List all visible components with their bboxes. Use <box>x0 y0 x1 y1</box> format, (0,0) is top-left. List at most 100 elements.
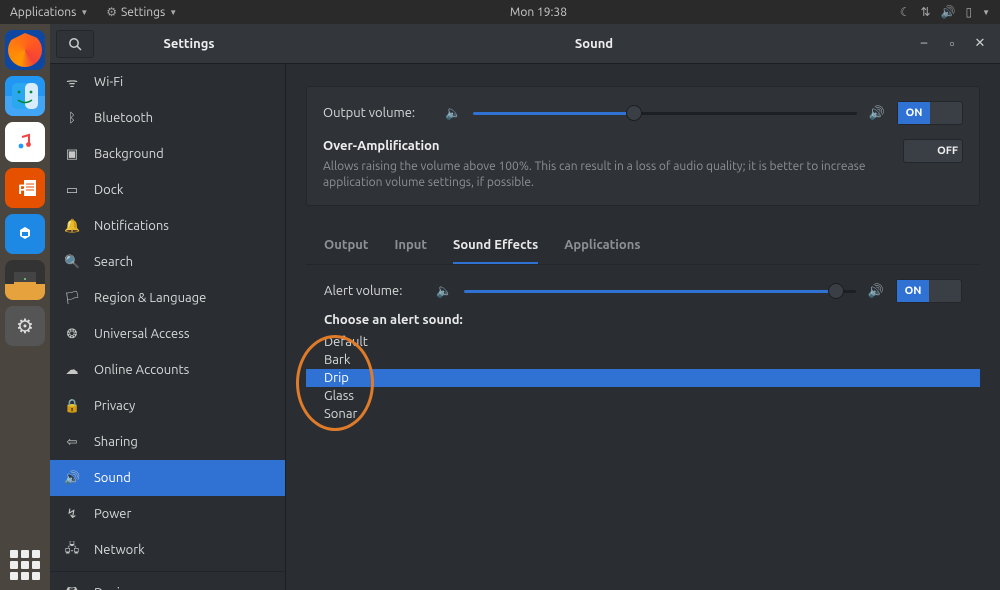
sidebar-item-background[interactable]: ▣ Background <box>50 136 285 172</box>
output-volume-label: Output volume: <box>323 106 433 120</box>
dock: P ⚙ <box>0 24 50 590</box>
sidebar-item-network[interactable]: 🖧Network <box>50 532 285 568</box>
dock-icon-files[interactable] <box>5 76 45 116</box>
sidebar-item-notifications[interactable]: 🔔 Notifications <box>50 208 285 244</box>
tab-input[interactable]: Input <box>394 238 427 264</box>
sidebar-item-region[interactable]: 🏳 Region & Language <box>50 280 285 316</box>
sidebar-item-search[interactable]: 🔍 Search <box>50 244 285 280</box>
search-button[interactable] <box>56 30 94 58</box>
sidebar-item-label: Search <box>94 255 133 269</box>
sidebar-item-online-accounts[interactable]: ☁ Online Accounts <box>50 352 285 388</box>
sidebar-item-label: Power <box>94 507 131 521</box>
sidebar-item-label: Notifications <box>94 219 169 233</box>
applications-menu[interactable]: Applications ▼ <box>10 6 88 19</box>
minimize-button[interactable]: – <box>918 36 930 51</box>
dock-icon-music[interactable] <box>5 122 45 162</box>
dock-icon-firefox[interactable] <box>5 30 45 70</box>
tab-sound-effects[interactable]: Sound Effects <box>453 238 538 264</box>
sidebar-item-label: Background <box>94 147 164 161</box>
sidebar-item-label: Online Accounts <box>94 363 189 377</box>
overamp-hint: Allows raising the volume above 100%. Th… <box>323 159 891 191</box>
sound-tabs: Output Input Sound Effects Applications <box>306 228 980 265</box>
overamp-toggle[interactable]: OFF <box>903 139 963 163</box>
speaker-icon: 🔊 <box>64 471 80 486</box>
wifi-icon: ᯤ <box>64 73 80 91</box>
settings-window: Settings Sound – ▫ ✕ ᯤWi-Fi ᛒBluetooth ▣… <box>50 24 1000 590</box>
sidebar-item-label: Universal Access <box>94 327 189 341</box>
sound-settings-content: Output volume: 🔈 🔊 ON <box>286 64 1000 590</box>
sidebar-item-dock[interactable]: ▭ Dock <box>50 172 285 208</box>
sidebar-item-privacy[interactable]: 🔒 Privacy <box>50 388 285 424</box>
search-icon <box>68 37 82 51</box>
alert-sound-option[interactable]: Default <box>306 333 980 351</box>
alert-volume-label: Alert volume: <box>324 284 424 298</box>
accessibility-icon: ❂ <box>64 327 80 342</box>
cloud-icon: ☁ <box>64 363 80 378</box>
alert-sound-option[interactable]: Bark <box>306 351 980 369</box>
sidebar-item-universal-access[interactable]: ❂ Universal Access <box>50 316 285 352</box>
picture-icon: ▣ <box>64 147 80 162</box>
page-title: Sound <box>284 37 904 51</box>
speaker-high-icon: 🔊 <box>868 284 884 299</box>
sidebar-item-label: Privacy <box>94 399 135 413</box>
show-apps-button[interactable] <box>10 550 40 580</box>
sidebar-item-wifi[interactable]: ᯤ Wi-Fi <box>50 64 285 100</box>
alert-mute-toggle[interactable]: ON <box>896 279 962 303</box>
dock-icon: ▭ <box>64 183 80 198</box>
speaker-low-icon: 🔈 <box>445 106 461 121</box>
search-icon: 🔍 <box>64 255 80 270</box>
network-icon[interactable]: ⇅ <box>920 5 930 19</box>
clock[interactable]: Mon 19:38 <box>177 6 900 19</box>
tab-applications[interactable]: Applications <box>564 238 640 264</box>
lock-icon: 🔒 <box>64 399 80 414</box>
night-icon[interactable]: ☾ <box>900 5 911 19</box>
svg-text:P: P <box>18 181 27 197</box>
sidebar-item-devices[interactable]: 🖴Devices› <box>50 575 285 590</box>
maximize-button[interactable]: ▫ <box>946 36 958 51</box>
dock-icon-settings[interactable]: ⚙ <box>5 306 45 346</box>
alert-volume-slider[interactable] <box>464 283 856 299</box>
app-menu[interactable]: ⚙ Settings ▼ <box>106 5 177 19</box>
globe-icon: 🏳 <box>64 291 80 306</box>
chevron-down-icon: ▼ <box>80 8 88 17</box>
output-mute-toggle[interactable]: ON <box>897 101 963 125</box>
toggle-off-label: OFF <box>933 140 962 162</box>
settings-sidebar: ᯤ Wi-Fi ᛒBluetooth ▣ Background ▭ Dock 🔔 Not… <box>50 64 286 590</box>
toggle-off-half <box>929 280 961 302</box>
dock-icon-store[interactable] <box>5 214 45 254</box>
sidebar-item-label: Bluetooth <box>94 111 153 125</box>
alert-sound-option[interactable]: Sonar <box>306 405 980 423</box>
chevron-down-icon: ▼ <box>982 8 990 17</box>
share-icon: ⇦ <box>64 435 80 450</box>
toggle-on-half <box>904 140 933 162</box>
tab-output[interactable]: Output <box>324 238 368 264</box>
settings-icon: ⚙ <box>106 5 117 19</box>
network-icon: 🖧 <box>64 539 80 561</box>
chevron-down-icon: ▼ <box>169 8 177 17</box>
sidebar-item-label: Dock <box>94 183 123 197</box>
sidebar-item-label: Devices <box>94 586 139 590</box>
sidebar-item-power[interactable]: ↯ Power <box>50 496 285 532</box>
dock-icon-presentation[interactable]: P <box>5 168 45 208</box>
speaker-high-icon: 🔊 <box>869 106 885 121</box>
alert-sound-option[interactable]: Glass <box>306 387 980 405</box>
toggle-off-half <box>930 102 962 124</box>
close-button[interactable]: ✕ <box>974 36 986 51</box>
dock-icon-drive[interactable] <box>5 260 45 300</box>
alert-volume-row: Alert volume: 🔈 🔊 ON <box>306 279 980 303</box>
system-tray[interactable]: ☾ ⇅ 🔊 ▯ ▼ <box>900 5 990 19</box>
sidebar-item-label: Wi-Fi <box>94 75 123 89</box>
app-menu-label: Settings <box>121 6 165 19</box>
devices-icon: 🖴 <box>64 582 80 590</box>
sidebar-item-sharing[interactable]: ⇦ Sharing <box>50 424 285 460</box>
sidebar-item-label: Sharing <box>94 435 138 449</box>
volume-icon[interactable]: 🔊 <box>941 5 956 19</box>
sidebar-item-sound[interactable]: 🔊Sound <box>50 460 285 496</box>
battery-icon[interactable]: ▯ <box>965 5 972 19</box>
bell-icon: 🔔 <box>64 219 80 234</box>
output-volume-slider[interactable] <box>473 105 857 121</box>
sidebar-item-label: Region & Language <box>94 291 206 305</box>
alert-sound-option[interactable]: Drip <box>306 369 980 387</box>
sidebar-item-bluetooth[interactable]: ᛒBluetooth <box>50 100 285 136</box>
power-icon: ↯ <box>64 507 80 522</box>
